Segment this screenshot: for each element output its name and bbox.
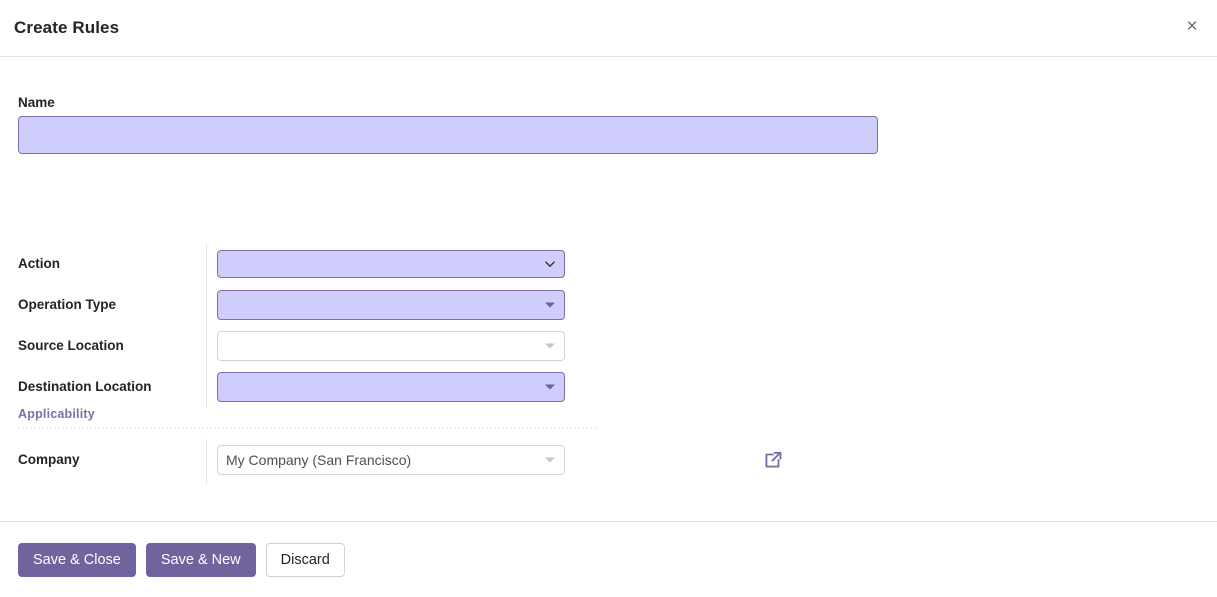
- external-link-icon[interactable]: [762, 449, 784, 471]
- source-location-dropdown[interactable]: [217, 330, 565, 361]
- company-control-wrap: My Company (San Francisco): [206, 444, 782, 475]
- company-label: Company: [18, 452, 80, 467]
- company-dropdown[interactable]: My Company (San Francisco): [217, 444, 565, 475]
- field-row-destination-location: Destination Location: [18, 366, 578, 407]
- name-input[interactable]: [18, 116, 878, 154]
- name-field-block: Name: [18, 95, 878, 154]
- save-and-new-button[interactable]: Save & New: [145, 542, 256, 577]
- close-icon[interactable]: ×: [1177, 12, 1207, 42]
- dialog-body: Name Action Operation Type Source Locati…: [0, 57, 1217, 521]
- caret-down-icon: [545, 384, 555, 389]
- action-label: Action: [18, 256, 60, 271]
- destination-location-label: Destination Location: [18, 379, 152, 394]
- page-title: Create Rules: [14, 18, 120, 37]
- caret-down-icon: [545, 302, 555, 307]
- field-row-operation-type: Operation Type: [18, 284, 578, 325]
- operation-type-control-wrap: [206, 289, 578, 320]
- destination-location-control-wrap: [206, 371, 578, 402]
- operation-type-dropdown[interactable]: [217, 289, 565, 320]
- rule-fields-group: Action Operation Type Source Location De…: [18, 243, 578, 408]
- dialog-footer: Save & Close Save & New Discard: [0, 521, 1217, 597]
- field-row-action: Action: [18, 243, 578, 284]
- name-label: Name: [18, 95, 55, 110]
- caret-down-icon: [545, 457, 555, 462]
- applicability-divider: [18, 427, 596, 429]
- action-select[interactable]: [217, 249, 565, 278]
- chevron-down-icon: [545, 260, 555, 267]
- external-link-glyph: [765, 451, 782, 468]
- source-location-control-wrap: [206, 330, 578, 361]
- applicability-section: Applicability Company My Company (San Fr…: [18, 407, 782, 485]
- operation-type-label: Operation Type: [18, 297, 117, 312]
- applicability-title: Applicability: [18, 407, 95, 421]
- action-control-wrap: [206, 249, 578, 278]
- discard-button[interactable]: Discard: [265, 542, 345, 577]
- caret-down-icon: [545, 343, 555, 348]
- applicability-rows: Company My Company (San Francisco): [18, 439, 782, 485]
- field-row-company: Company My Company (San Francisco): [18, 439, 782, 480]
- field-row-source-location: Source Location: [18, 325, 578, 366]
- source-location-label: Source Location: [18, 338, 124, 353]
- dialog-header: Create Rules ×: [0, 0, 1217, 57]
- destination-location-dropdown[interactable]: [217, 371, 565, 402]
- save-and-close-button[interactable]: Save & Close: [18, 542, 136, 577]
- company-value: My Company (San Francisco): [226, 451, 412, 468]
